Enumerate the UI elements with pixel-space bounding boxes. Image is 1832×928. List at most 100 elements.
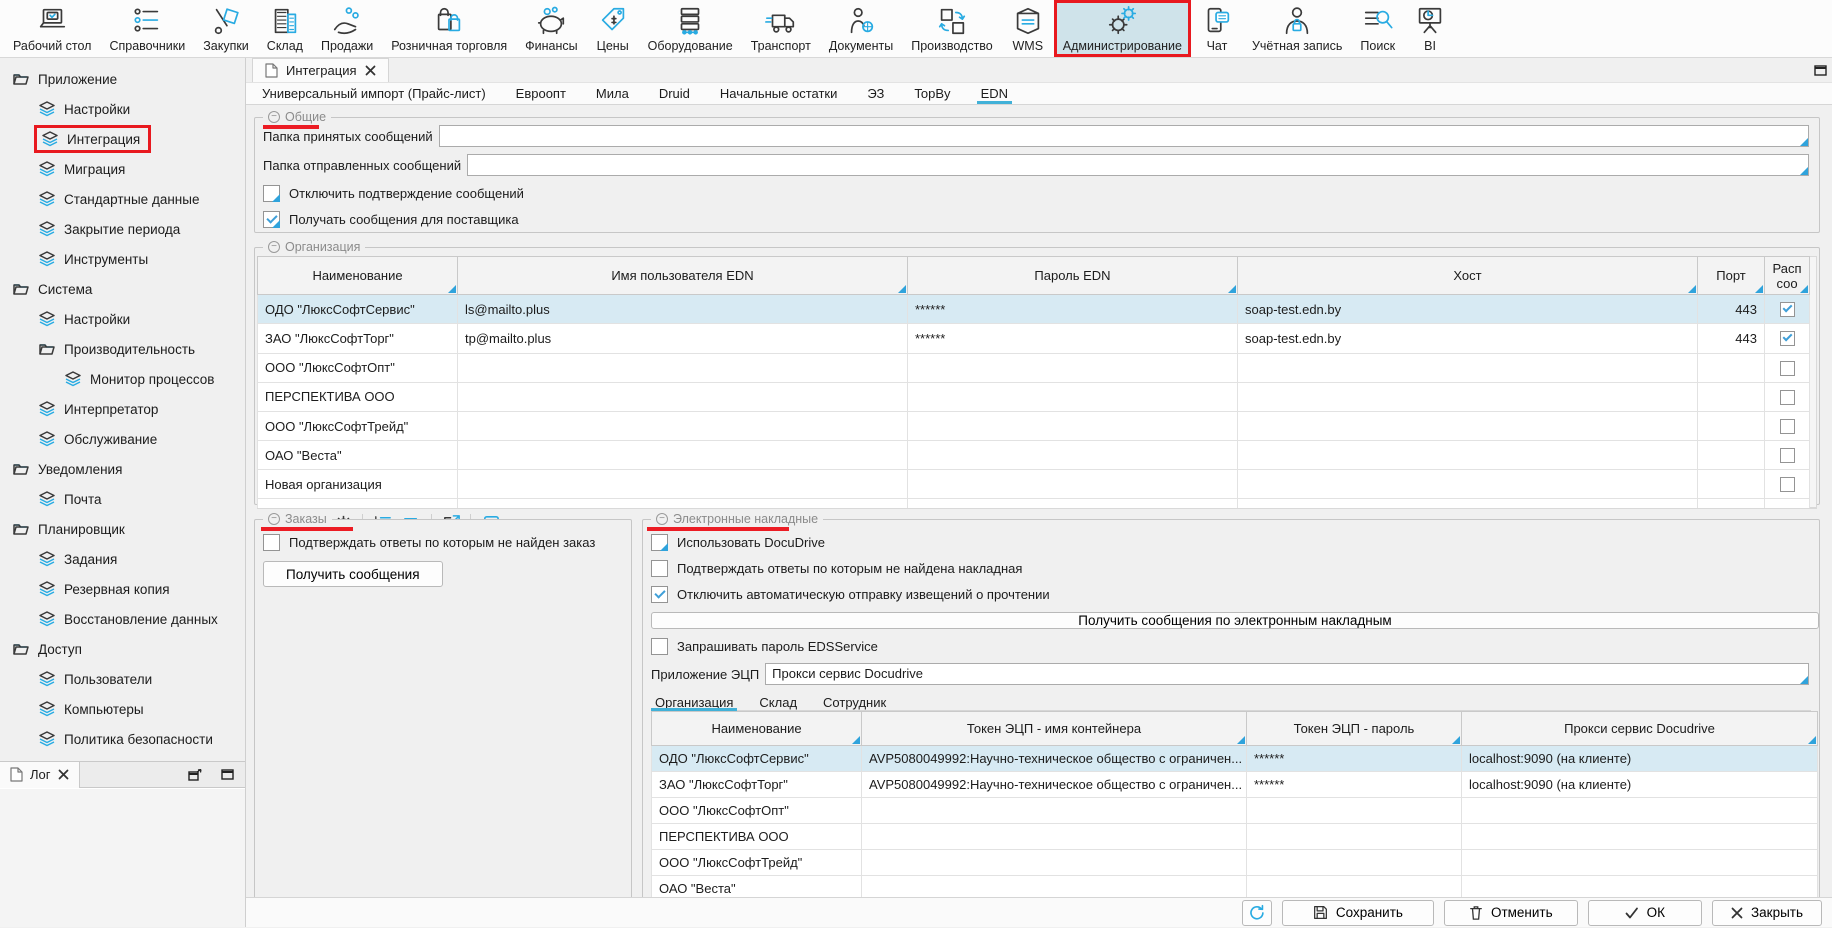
sidebar-item-настройки[interactable]: Настройки: [0, 304, 245, 334]
column-header[interactable]: Имя пользователя EDN: [458, 257, 908, 295]
subtab-эз[interactable]: ЭЗ: [867, 83, 884, 104]
toolbar-item-account[interactable]: Учётная запись: [1243, 0, 1351, 57]
sidebar-item-пользователи[interactable]: Пользователи: [0, 664, 245, 694]
sent-folder-input[interactable]: [467, 154, 1809, 176]
toolbar-item-purchases[interactable]: Закупки: [194, 0, 258, 57]
subtab-евроопт[interactable]: Евроопт: [516, 83, 566, 104]
collapse-icon[interactable]: −: [268, 241, 280, 253]
close-button[interactable]: Закрыть: [1712, 900, 1822, 926]
toolbar-item-administration[interactable]: Администрирование: [1054, 0, 1191, 57]
table-row[interactable]: ООО "ЛюксСофтОпт": [652, 798, 1818, 824]
sidebar-item-настройки[interactable]: Настройки: [0, 94, 245, 124]
sidebar-item-обслуживание[interactable]: Обслуживание: [0, 424, 245, 454]
toolbar-item-documents[interactable]: Документы: [820, 0, 902, 57]
ok-button[interactable]: ОК: [1588, 900, 1702, 926]
disable-read-notice-checkbox[interactable]: [651, 586, 668, 603]
row-flag-checkbox[interactable]: [1780, 390, 1795, 405]
close-icon[interactable]: [365, 65, 376, 76]
column-header[interactable]: Пароль EDN: [908, 257, 1238, 295]
column-header[interactable]: Хост: [1238, 257, 1698, 295]
sidebar-item-монитор-процессов[interactable]: Монитор процессов: [0, 364, 245, 394]
subtab-универсальный-импорт-прайс-лист-[interactable]: Универсальный импорт (Прайс-лист): [262, 83, 486, 104]
refresh-button[interactable]: [1242, 900, 1272, 926]
toolbar-item-warehouse[interactable]: Склад: [258, 0, 312, 57]
sidebar-item-интерпретатор[interactable]: Интерпретатор: [0, 394, 245, 424]
toolbar-item-sales[interactable]: Продажи: [312, 0, 382, 57]
sidebar-item-восстановление-данных[interactable]: Восстановление данных: [0, 604, 245, 634]
column-header[interactable]: Порт: [1698, 257, 1765, 295]
sidebar-item-закрытие-периода[interactable]: Закрытие периода: [0, 214, 245, 244]
save-button[interactable]: Сохранить: [1282, 900, 1434, 926]
sidebar-item-приложение[interactable]: Приложение: [0, 64, 245, 94]
column-header[interactable]: Прокси сервис Docudrive: [1462, 712, 1818, 746]
table-row[interactable]: ООО "ЛюксСофтОпт": [258, 353, 1810, 382]
row-flag-checkbox[interactable]: [1780, 302, 1795, 317]
sidebar-item-производительность[interactable]: Производительность: [0, 334, 245, 364]
toolbar-item-retail[interactable]: Розничная торговля: [382, 0, 516, 57]
row-flag-checkbox[interactable]: [1780, 361, 1795, 376]
table-row[interactable]: ПЕРСПЕКТИВА ООО: [652, 824, 1818, 850]
toolbar-item-equipment[interactable]: Оборудование: [639, 0, 742, 57]
toolbar-item-transport[interactable]: Транспорт: [742, 0, 820, 57]
get-messages-button[interactable]: Получить сообщения: [263, 561, 443, 587]
table-row[interactable]: ЗАО "ЛюксСофтТорг"tp@mailto.plus******so…: [258, 324, 1810, 353]
sidebar-item-доступ[interactable]: Доступ: [0, 634, 245, 664]
scrollbar-vertical[interactable]: [1810, 256, 1817, 508]
table-row[interactable]: ООО "ЛюксСофтТрейд": [652, 850, 1818, 876]
cancel-button[interactable]: Отменить: [1444, 900, 1578, 926]
toolbar-item-chat[interactable]: Чат: [1191, 0, 1243, 57]
maximize-icon[interactable]: [1808, 58, 1832, 82]
row-flag-checkbox[interactable]: [1780, 477, 1795, 492]
sidebar-item-компьютеры[interactable]: Компьютеры: [0, 694, 245, 724]
subtab-edn[interactable]: EDN: [981, 83, 1008, 104]
signing-app-input[interactable]: Прокси сервис Docudrive: [765, 663, 1809, 685]
table-row[interactable]: ОАО "Веста": [258, 441, 1810, 470]
column-header[interactable]: Токен ЭЦП - имя контейнера: [862, 712, 1247, 746]
toolbar-item-wms[interactable]: WMS: [1002, 0, 1054, 57]
table-row[interactable]: ОДО "ЛюксСофтСервис"ls@mailto.plus******…: [258, 295, 1810, 324]
sidebar-item-система[interactable]: Система: [0, 274, 245, 304]
confirm-no-invoice-checkbox[interactable]: [651, 560, 668, 577]
column-header[interactable]: Токен ЭЦП - пароль: [1247, 712, 1462, 746]
table-row[interactable]: ПЕРСПЕКТИВА ООО: [258, 382, 1810, 411]
row-flag-checkbox[interactable]: [1780, 331, 1795, 346]
column-header[interactable]: Расп соо: [1765, 257, 1810, 295]
einvoice-tab-склад[interactable]: Склад: [759, 695, 797, 710]
subtab-topby[interactable]: TopBy: [914, 83, 950, 104]
toolbar-item-finance[interactable]: Финансы: [516, 0, 586, 57]
toolbar-item-search[interactable]: Поиск: [1351, 0, 1404, 57]
sidebar-item-интеграция[interactable]: Интеграция: [0, 124, 245, 154]
sidebar-item-уведомления[interactable]: Уведомления: [0, 454, 245, 484]
tab-integration[interactable]: Интеграция: [252, 58, 389, 82]
table-row[interactable]: ОДО "ЛюксСофтСервис"AVP5080049992:Научно…: [652, 746, 1818, 772]
sidebar-item-инструменты[interactable]: Инструменты: [0, 244, 245, 274]
sidebar-item-почта[interactable]: Почта: [0, 484, 245, 514]
sidebar-item-резервная-копия[interactable]: Резервная копия: [0, 574, 245, 604]
toolbar-item-bi[interactable]: BI: [1404, 0, 1456, 57]
use-docudrive-checkbox[interactable]: [651, 534, 668, 551]
table-row[interactable]: Новая организация: [258, 470, 1810, 499]
disable-confirmation-checkbox[interactable]: [263, 185, 280, 202]
table-row[interactable]: ЗАО "ЛюксСофтТорг"AVP5080049992:Научно-т…: [652, 772, 1818, 798]
sidebar-item-задания[interactable]: Задания: [0, 544, 245, 574]
einvoice-tab-сотрудник[interactable]: Сотрудник: [823, 695, 886, 710]
einvoice-tab-организация[interactable]: Организация: [655, 695, 733, 710]
sidebar-item-миграция[interactable]: Миграция: [0, 154, 245, 184]
confirm-no-order-checkbox[interactable]: [263, 534, 280, 551]
undock-icon[interactable]: [183, 769, 207, 781]
toolbar-item-desktop[interactable]: Рабочий стол: [4, 0, 100, 57]
column-header[interactable]: Наименование: [258, 257, 458, 295]
subtab-начальные-остатки[interactable]: Начальные остатки: [720, 83, 837, 104]
log-tab[interactable]: Лог: [0, 762, 80, 788]
collapse-icon[interactable]: −: [268, 111, 280, 123]
toolbar-item-prices[interactable]: Цены: [587, 0, 639, 57]
sidebar-item-стандартные-данные[interactable]: Стандартные данные: [0, 184, 245, 214]
toolbar-item-production[interactable]: Производство: [902, 0, 1002, 57]
close-icon[interactable]: [58, 769, 69, 780]
sidebar-item-планировщик[interactable]: Планировщик: [0, 514, 245, 544]
subtab-druid[interactable]: Druid: [659, 83, 690, 104]
table-row[interactable]: ООО "ЛюксСофтТрейд": [258, 411, 1810, 440]
column-header[interactable]: Наименование: [652, 712, 862, 746]
subtab-мила[interactable]: Мила: [596, 83, 629, 104]
collapse-icon[interactable]: −: [656, 513, 668, 525]
